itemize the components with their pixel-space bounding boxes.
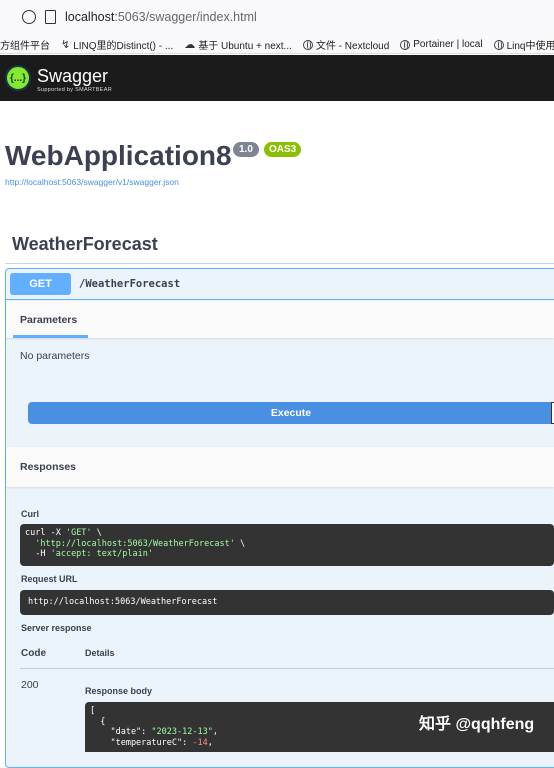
globe-icon [493, 39, 504, 50]
tab-underline [13, 335, 88, 338]
bookmark-item[interactable]: Portainer | local [400, 39, 483, 50]
globe-icon [400, 39, 411, 50]
cloud-icon: ☁ [184, 39, 196, 51]
responses-header [6, 447, 554, 487]
col-details: Details [85, 648, 115, 658]
body-line: "temperatureC": -14, [90, 737, 213, 748]
parameters-header [6, 301, 554, 338]
responses-title: Responses [20, 461, 77, 473]
method-badge[interactable]: GET [10, 273, 71, 295]
bookmark-item[interactable]: 方组件平台 [0, 37, 50, 52]
swagger-logo-subtext: Supported by SMARTBEAR [37, 87, 112, 93]
curl-block[interactable]: curl -X 'GET' \ 'http://localhost:5063/W… [20, 524, 554, 566]
bookmark-item[interactable]: ↯ LINQ里的Distinct() - ... [61, 37, 173, 52]
swagger-logo-icon[interactable]: {...} [5, 65, 31, 91]
version-badge: 1.0 [233, 142, 259, 157]
curl-label: Curl [21, 509, 39, 519]
col-code: Code [21, 648, 46, 659]
curl-line: curl -X 'GET' \ [25, 528, 102, 538]
spec-link[interactable]: http://localhost:5063/swagger/v1/swagger… [5, 177, 179, 187]
bookmark-item[interactable]: Linq中使用 [493, 37, 554, 52]
link-icon: ↯ [61, 39, 71, 51]
page-icon [45, 10, 56, 24]
execute-button[interactable]: Execute [28, 402, 554, 424]
request-url-label: Request URL [21, 574, 78, 584]
bookmark-item[interactable]: ☁ 基于 Ubuntu + next... [184, 37, 292, 52]
operation-path[interactable]: /WeatherForecast [79, 278, 180, 290]
browser-url-bar[interactable]: localhost:5063/swagger/index.html [0, 0, 554, 36]
tag-divider [5, 263, 554, 264]
bookmarks-bar: 方组件平台 ↯ LINQ里的Distinct() - ... ☁ 基于 Ubuntu… [0, 36, 554, 54]
api-title: WebApplication8 [5, 140, 232, 171]
request-url-block[interactable]: http://localhost:5063/WeatherForecast [20, 590, 554, 615]
curl-line: 'http://localhost:5063/WeatherForecast' … [25, 538, 246, 549]
response-body-label: Response body [85, 686, 153, 696]
status-code: 200 [21, 679, 39, 691]
server-response-label: Server response [21, 623, 92, 633]
tab-parameters[interactable]: Parameters [20, 314, 77, 326]
table-divider [20, 668, 554, 669]
shield-icon [22, 10, 36, 24]
bookmark-item[interactable]: 文件 - Nextcloud [302, 37, 389, 52]
curl-line: -H 'accept: text/plain' [25, 549, 153, 559]
tag-header[interactable]: WeatherForecast [12, 234, 158, 255]
oas-badge: OAS3 [264, 142, 302, 157]
globe-icon [302, 39, 313, 50]
no-parameters-text: No parameters [20, 350, 90, 362]
url-text[interactable]: localhost:5063/swagger/index.html [65, 10, 257, 24]
swagger-logo-text[interactable]: Swagger [37, 66, 108, 87]
watermark: 知乎 @qqhfeng [419, 716, 535, 733]
